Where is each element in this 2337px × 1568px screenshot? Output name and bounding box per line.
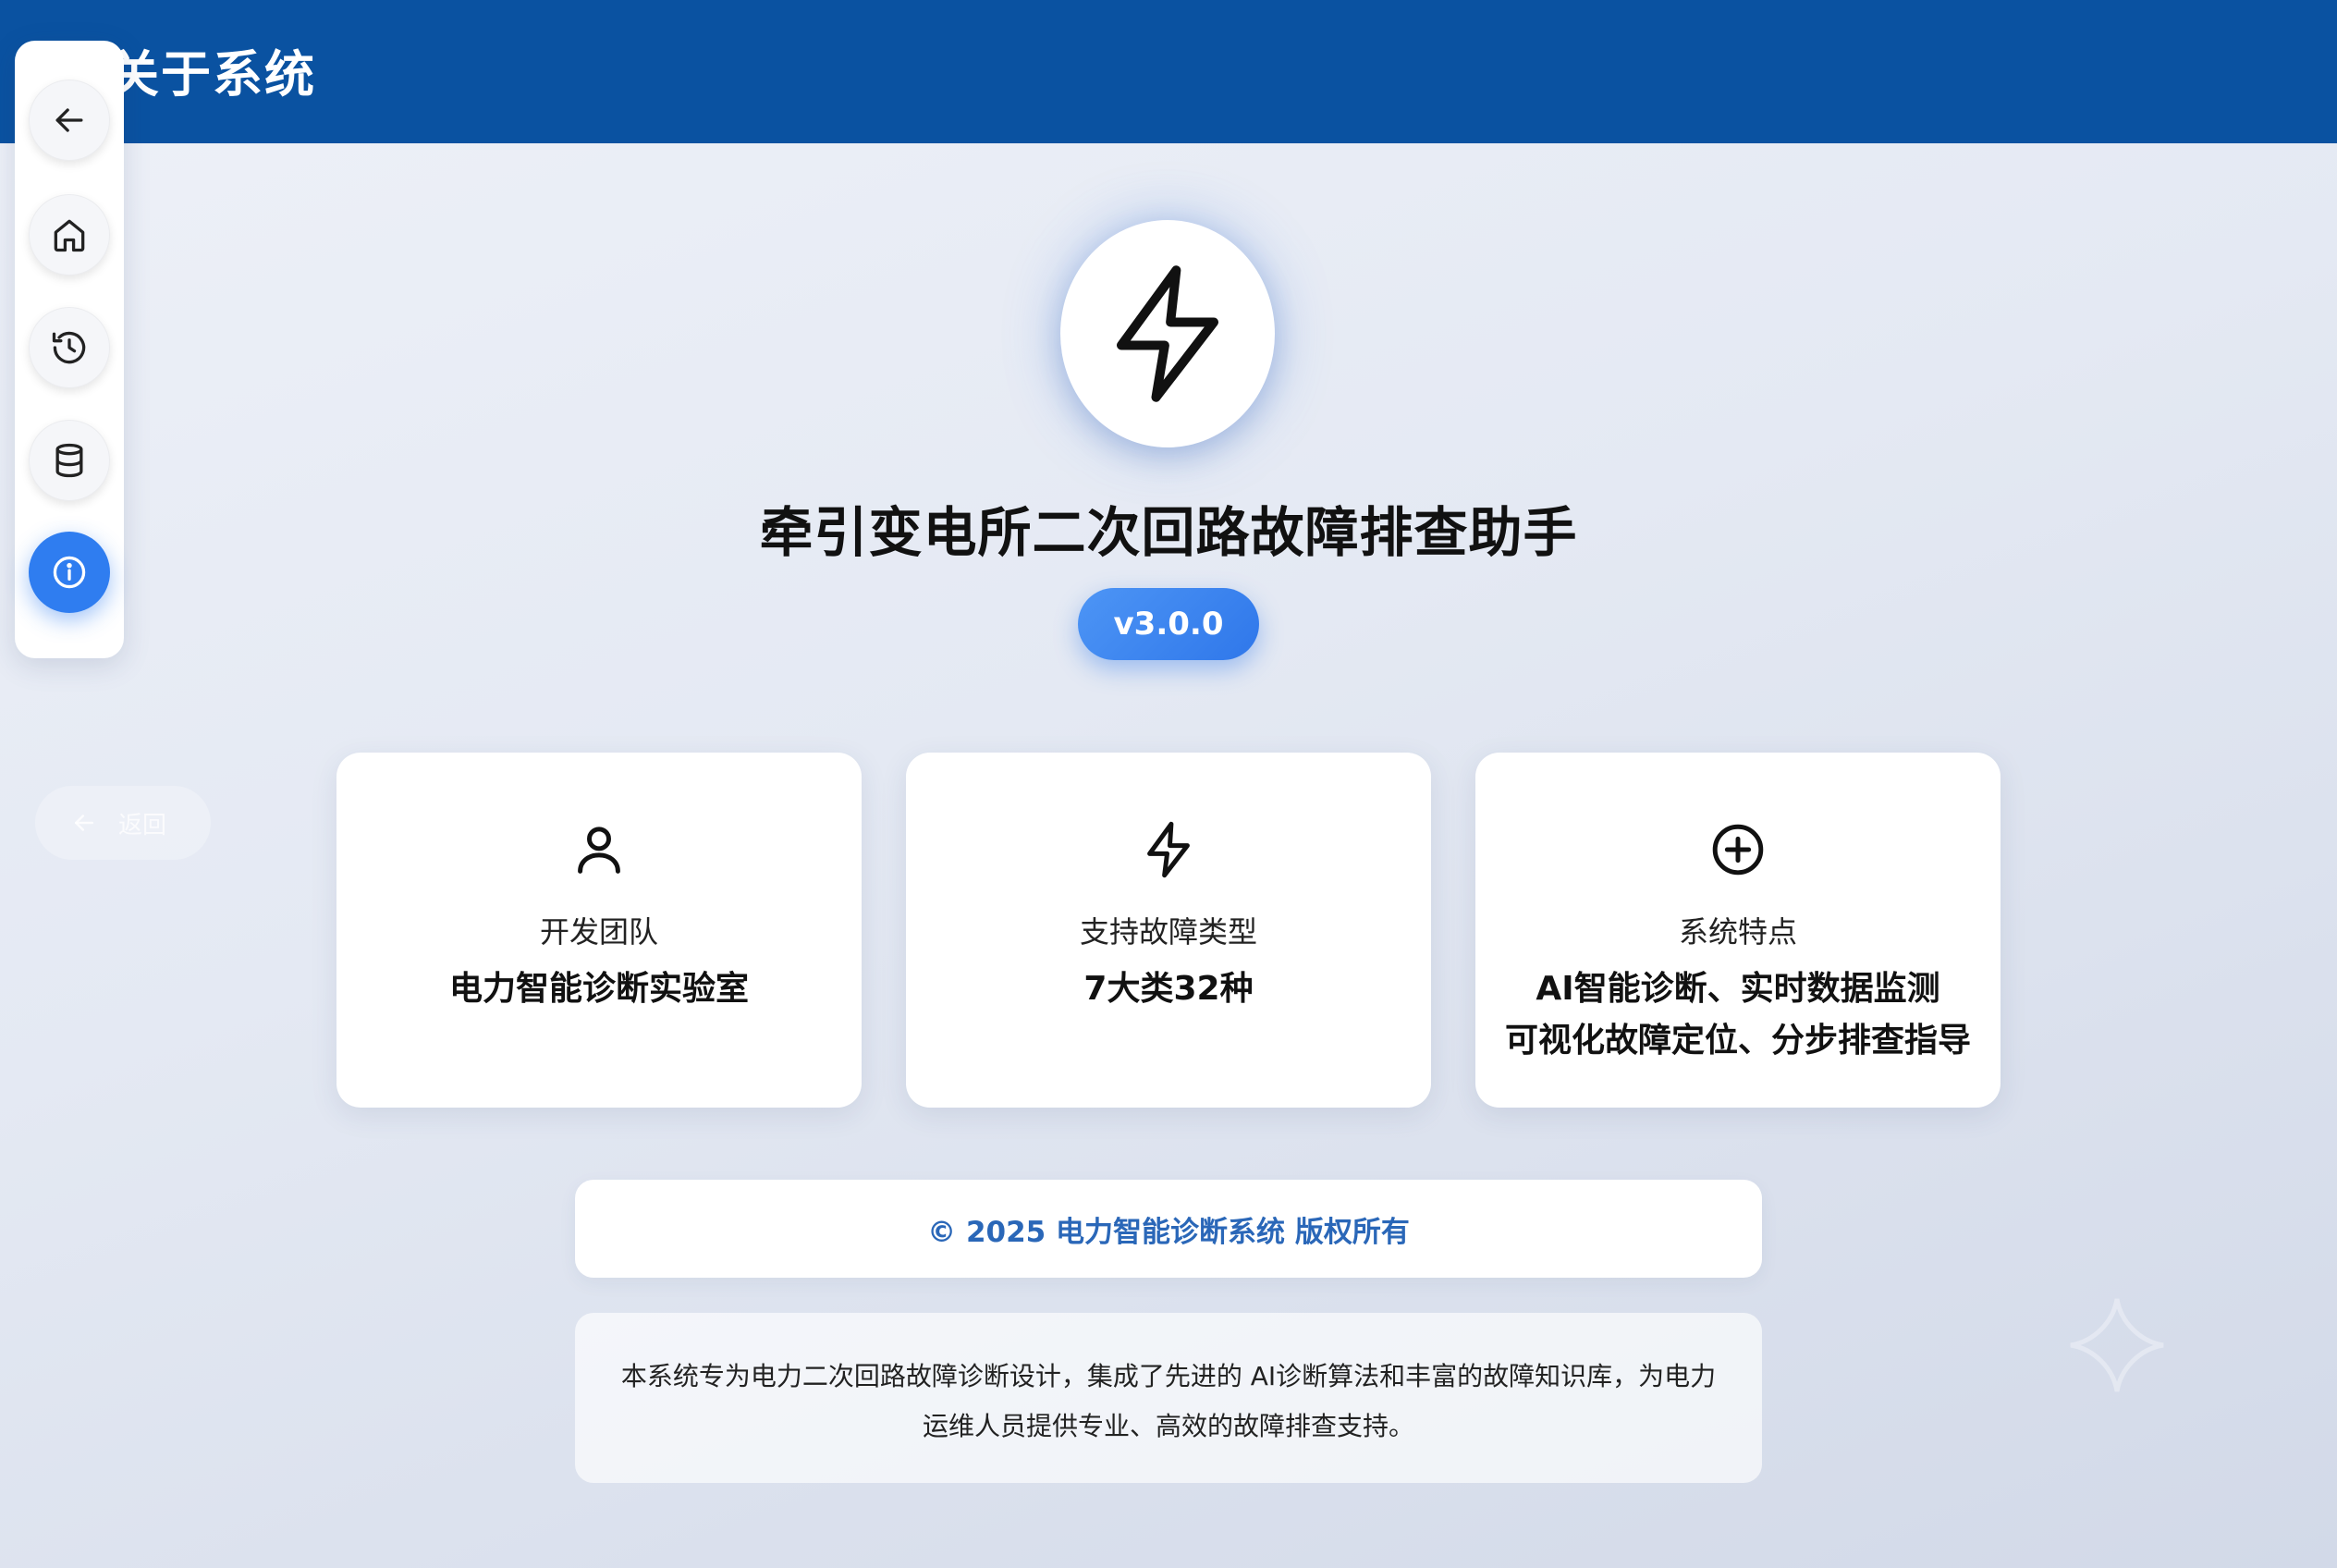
feature-line: AI智能诊断、实时数据监测 bbox=[1536, 970, 1940, 1008]
home-button[interactable] bbox=[29, 194, 110, 276]
version-badge: v3.0.0 bbox=[1078, 588, 1259, 660]
lightning-icon bbox=[1117, 265, 1218, 402]
copyright-text: © 2025 电力智能诊断系统 版权所有 bbox=[927, 1215, 1410, 1249]
return-link[interactable]: 返回 bbox=[35, 786, 211, 860]
history-icon bbox=[52, 331, 86, 364]
copyright-bar: © 2025 电力智能诊断系统 版权所有 bbox=[575, 1180, 1762, 1278]
card-value: AI智能诊断、实时数据监测 可视化故障定位、分步排查指导 bbox=[1475, 963, 2001, 1067]
database-icon bbox=[55, 443, 83, 478]
card-label: 开发团队 bbox=[539, 914, 658, 949]
lightning-icon bbox=[1147, 821, 1190, 878]
card-label: 支持故障类型 bbox=[1079, 914, 1257, 949]
back-button[interactable] bbox=[29, 80, 110, 161]
history-button[interactable] bbox=[29, 307, 110, 388]
app-title: 牵引变电所二次回路故障排查助手 bbox=[759, 501, 1578, 564]
user-icon bbox=[578, 827, 620, 874]
card-value: 电力智能诊断实验室 bbox=[448, 970, 749, 1008]
page-title: 关于系统 bbox=[109, 45, 316, 104]
feature-line: 可视化故障定位、分步排查指导 bbox=[1504, 1022, 1971, 1060]
card-fault-types: 支持故障类型 7大类32种 bbox=[906, 753, 1431, 1108]
arrow-left-icon bbox=[75, 815, 93, 831]
sparkle-icon bbox=[2070, 1298, 2164, 1392]
card-features: 系统特点 AI智能诊断、实时数据监测 可视化故障定位、分步排查指导 bbox=[1475, 753, 2001, 1108]
app-logo bbox=[1060, 220, 1275, 447]
card-team: 开发团队 电力智能诊断实验室 bbox=[336, 753, 862, 1108]
card-value: 7大类32种 bbox=[1083, 970, 1254, 1008]
home-icon bbox=[54, 219, 85, 252]
plus-circle-icon bbox=[1712, 824, 1764, 876]
return-label: 返回 bbox=[118, 811, 167, 839]
arrow-left-icon bbox=[55, 108, 83, 132]
system-description: 本系统专为电力二次回路故障诊断设计，集成了先进的 AI诊断算法和丰富的故障知识库… bbox=[575, 1313, 1762, 1483]
description-text: 本系统专为电力二次回路故障诊断设计，集成了先进的 AI诊断算法和丰富的故障知识库… bbox=[620, 1361, 1717, 1441]
card-label: 系统特点 bbox=[1678, 914, 1797, 949]
database-button[interactable] bbox=[29, 420, 110, 501]
top-header: 关于系统 bbox=[0, 0, 2337, 143]
